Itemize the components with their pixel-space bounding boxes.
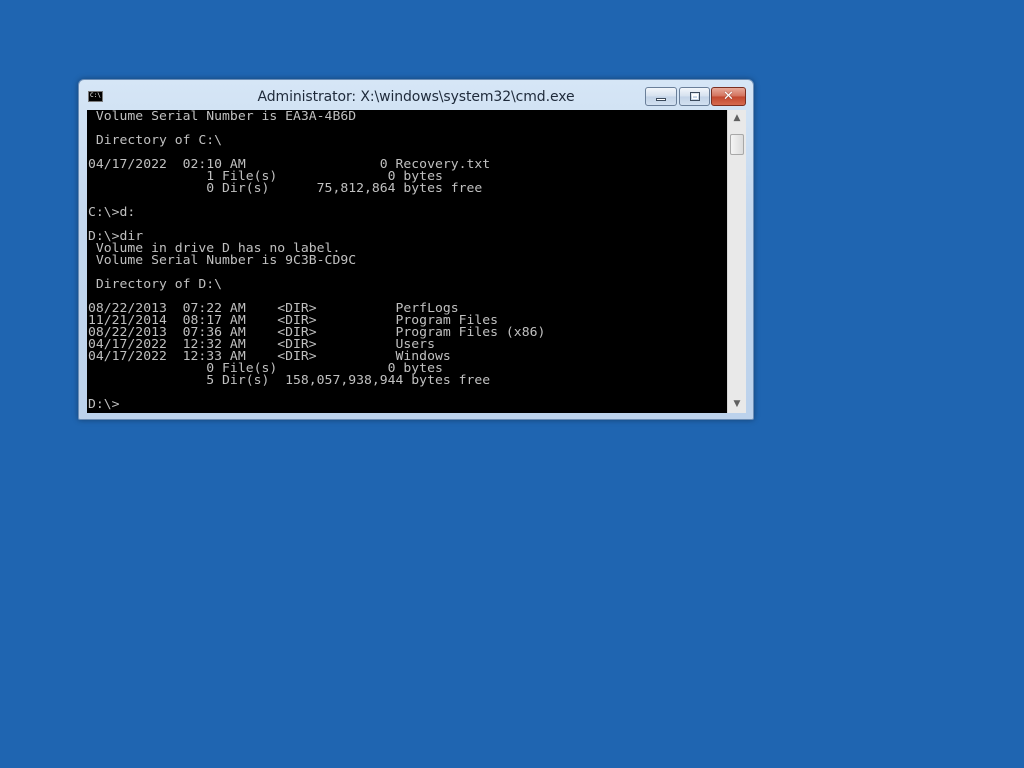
close-icon: ✕ xyxy=(723,89,734,104)
vertical-scrollbar[interactable]: ▲ ▼ xyxy=(727,110,746,413)
cmd-window: C:\ Administrator: X:\windows\system32\c… xyxy=(78,79,754,420)
maximize-icon xyxy=(690,92,700,101)
minimize-button[interactable] xyxy=(645,87,677,106)
console-line: C:\>d: xyxy=(88,204,136,219)
console-line: Directory of D:\ xyxy=(88,276,223,291)
console-line: 5 Dir(s) 158,057,938,944 bytes free xyxy=(88,372,491,387)
console-frame: Volume Serial Number is EA3A-4B6D Direct… xyxy=(87,110,746,413)
console-line: 0 Dir(s) 75,812,864 bytes free xyxy=(88,180,483,195)
title-bar[interactable]: C:\ Administrator: X:\windows\system32\c… xyxy=(79,80,753,111)
console-line: D:\> xyxy=(88,396,120,411)
console-line: Volume Serial Number is 9C3B-CD9C xyxy=(88,252,357,267)
scroll-down-arrow-icon[interactable]: ▼ xyxy=(728,396,746,413)
console-line: Volume Serial Number is EA3A-4B6D xyxy=(88,110,357,123)
console-line: Directory of C:\ xyxy=(88,132,223,147)
scroll-up-arrow-icon[interactable]: ▲ xyxy=(728,110,746,127)
scroll-thumb[interactable] xyxy=(730,134,744,155)
maximize-button[interactable] xyxy=(679,87,710,106)
console-output[interactable]: Volume Serial Number is EA3A-4B6D Direct… xyxy=(87,110,726,413)
close-button[interactable]: ✕ xyxy=(711,87,746,106)
minimize-icon xyxy=(656,98,666,101)
